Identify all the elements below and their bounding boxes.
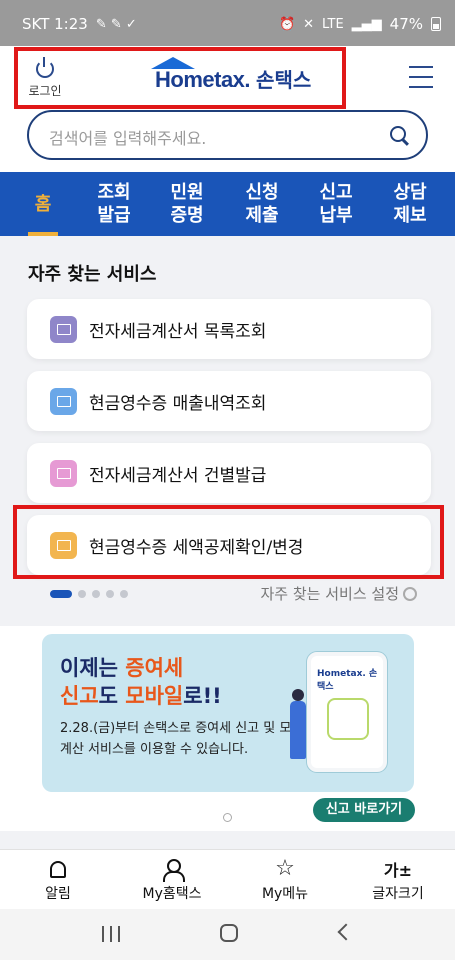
service-item-tax-invoice-list[interactable]: 전자세금계산서 목록조회	[27, 299, 431, 359]
signal-icon: ▂▄▆	[351, 16, 382, 32]
phone-logo: Hometax. 손택스	[317, 669, 378, 692]
carousel-dot[interactable]	[78, 590, 86, 598]
tab-apply[interactable]: 신청 제출	[242, 172, 282, 236]
status-bar: SKT 1:23 ✎ ✎ ✓ ⏰ ✕ LTE ▂▄▆ 47%	[0, 0, 455, 46]
tab-report[interactable]: 신고 납부	[316, 172, 356, 236]
banner-subtext: 2.28.(금)부터 손택스로 증여세 신고 및 모의계산 서비스를 이용할 수…	[60, 721, 304, 757]
banner-line1: 이제는 증여세	[60, 656, 184, 680]
carousel-dots	[50, 590, 128, 598]
frequent-settings-link[interactable]: 자주 찾는 서비스 설정	[260, 583, 417, 604]
phone-illustration: Hometax. 손택스	[307, 652, 387, 772]
main-tabs: 홈 조회 발급 민원 증명 신청 제출 신고 납부 상담 제보	[0, 172, 455, 236]
star-icon: ☆	[275, 856, 295, 881]
promo-banner[interactable]: 이제는 증여세 신고도 모바일로!! 2.28.(금)부터 손택스로 증여세 신…	[42, 634, 414, 792]
tab-inquiry[interactable]: 조회 발급	[94, 172, 134, 236]
network-label: LTE	[322, 16, 344, 32]
highlight-box-service	[13, 505, 444, 579]
font-size-icon: 가±	[383, 861, 413, 880]
print-icon	[50, 460, 77, 487]
user-icon	[163, 859, 185, 882]
carousel-dot[interactable]	[120, 590, 128, 598]
banner-dot[interactable]	[223, 813, 232, 822]
search-icon[interactable]	[390, 126, 406, 142]
nav-my-menu[interactable]: ☆ My메뉴	[235, 858, 335, 903]
search-placeholder: 검색어를 입력해주세요.	[49, 129, 207, 148]
promo-banner-area: 이제는 증여세 신고도 모바일로!! 2.28.(금)부터 손택스로 증여세 신…	[0, 626, 455, 831]
search-input[interactable]: 검색어를 입력해주세요.	[27, 110, 428, 160]
carousel-dot[interactable]	[92, 590, 100, 598]
menu-icon[interactable]	[409, 66, 433, 88]
carousel-dot-active[interactable]	[50, 590, 72, 598]
battery-icon	[431, 17, 441, 31]
mute-icon: ✕	[303, 16, 315, 32]
service-label: 전자세금계산서 목록조회	[89, 322, 267, 342]
alarm-icon: ⏰	[278, 16, 296, 32]
report-shortcut-button[interactable]: 신고 바로가기	[313, 798, 415, 822]
carrier-time: SKT 1:23	[22, 15, 88, 33]
notification-icons: ✎ ✎ ✓	[95, 16, 137, 32]
nav-alarm[interactable]: 알림	[8, 858, 108, 903]
system-nav-bar	[0, 909, 455, 960]
home-icon[interactable]	[220, 924, 238, 942]
bell-icon	[50, 860, 66, 878]
battery-percent: 47%	[389, 15, 423, 33]
divider	[0, 831, 455, 849]
gear-icon	[403, 587, 417, 601]
service-item-cash-receipt-sales[interactable]: 현금영수증 매출내역조회	[27, 371, 431, 431]
service-label: 현금영수증 매출내역조회	[89, 394, 267, 414]
document-search-icon	[50, 388, 77, 415]
service-label: 전자세금계산서 건별발급	[89, 466, 267, 486]
service-item-tax-invoice-issue[interactable]: 전자세금계산서 건별발급	[27, 443, 431, 503]
document-search-icon	[50, 316, 77, 343]
banner-line2: 신고도 모바일로!!	[60, 684, 222, 708]
nav-my-hometax[interactable]: My홈택스	[122, 858, 222, 903]
nav-font-size[interactable]: 가± 글자크기	[348, 858, 448, 903]
back-icon[interactable]	[337, 923, 355, 941]
carousel-dot[interactable]	[106, 590, 114, 598]
tab-civil[interactable]: 민원 증명	[167, 172, 207, 236]
tab-consult[interactable]: 상담 제보	[390, 172, 430, 236]
tab-home[interactable]: 홈	[28, 172, 58, 236]
bottom-nav: 알림 My홈택스 ☆ My메뉴 가± 글자크기	[0, 849, 455, 909]
highlight-box-header	[14, 47, 346, 109]
person-illustration	[290, 689, 306, 759]
section-title: 자주 찾는 서비스	[28, 264, 157, 285]
recent-apps-icon[interactable]	[102, 926, 120, 942]
gift-icon	[327, 698, 369, 740]
